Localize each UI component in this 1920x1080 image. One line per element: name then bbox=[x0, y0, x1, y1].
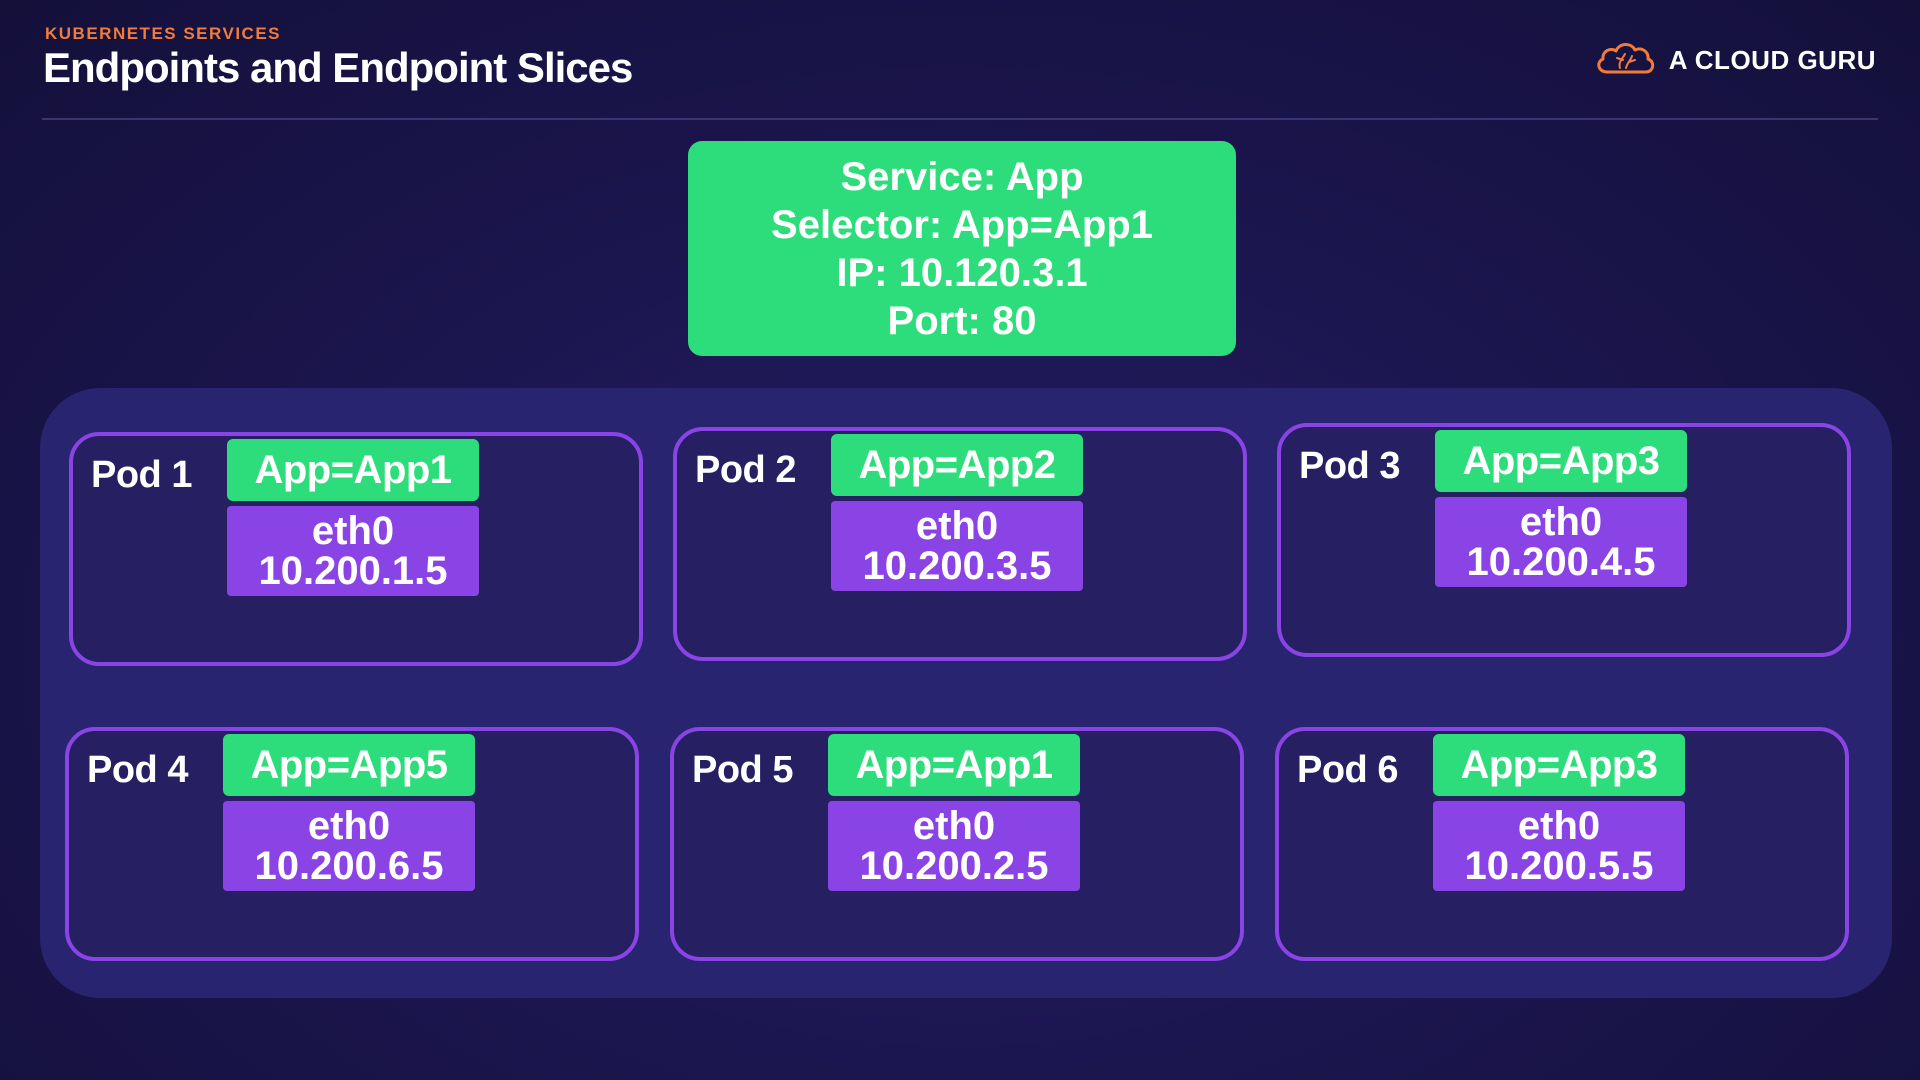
interface-ip: 10.200.1.5 bbox=[258, 549, 448, 593]
page-title: Endpoints and Endpoint Slices bbox=[43, 44, 633, 91]
pod-name: Pod 1 bbox=[91, 454, 192, 496]
service-name: Service: App bbox=[840, 154, 1084, 199]
pod-name: Pod 6 bbox=[1297, 749, 1398, 791]
interface-name: eth0 bbox=[912, 804, 996, 848]
pod-name: Pod 5 bbox=[692, 749, 793, 791]
section-eyebrow: KUBERNETES SERVICES bbox=[45, 24, 282, 43]
interface-name: eth0 bbox=[1517, 804, 1601, 848]
pod-app-label: App=App1 bbox=[828, 734, 1080, 796]
interface-ip: 10.200.4.5 bbox=[1466, 540, 1656, 584]
service-selector: Selector: App=App1 bbox=[771, 202, 1153, 247]
pod-app-label: App=App3 bbox=[1435, 430, 1687, 492]
service-box: Service: App Selector: App=App1 IP: 10.1… bbox=[688, 141, 1236, 356]
interface-name: eth0 bbox=[311, 509, 395, 553]
pod-interface: eth0 10.200.2.5 bbox=[828, 801, 1080, 891]
pod-app-label: App=App1 bbox=[227, 439, 479, 501]
pod-interface: eth0 10.200.5.5 bbox=[1433, 801, 1685, 891]
pod-name: Pod 2 bbox=[695, 449, 796, 491]
interface-name: eth0 bbox=[307, 804, 391, 848]
interface-ip: 10.200.5.5 bbox=[1464, 844, 1654, 888]
pod-1: Pod 1 App=App1 eth0 10.200.1.5 bbox=[69, 432, 643, 666]
service-port: Port: 80 bbox=[887, 298, 1037, 343]
pod-6: Pod 6 App=App3 eth0 10.200.5.5 bbox=[1275, 727, 1849, 961]
header-divider bbox=[42, 118, 1878, 120]
pod-interface: eth0 10.200.1.5 bbox=[227, 506, 479, 596]
brand-logo: A CLOUD GURU bbox=[1593, 38, 1876, 83]
interface-ip: 10.200.2.5 bbox=[859, 844, 1049, 888]
pod-name: Pod 3 bbox=[1299, 445, 1400, 487]
pod-interface: eth0 10.200.3.5 bbox=[831, 501, 1083, 591]
pod-interface: eth0 10.200.6.5 bbox=[223, 801, 475, 891]
pod-app-label: App=App3 bbox=[1433, 734, 1685, 796]
cloud-icon bbox=[1593, 38, 1657, 83]
interface-name: eth0 bbox=[915, 504, 999, 548]
pod-name: Pod 4 bbox=[87, 749, 188, 791]
pod-2: Pod 2 App=App2 eth0 10.200.3.5 bbox=[673, 427, 1247, 661]
interface-ip: 10.200.6.5 bbox=[254, 844, 444, 888]
slide: KUBERNETES SERVICES Endpoints and Endpoi… bbox=[0, 0, 1920, 1080]
interface-name: eth0 bbox=[1519, 500, 1603, 544]
pod-app-label: App=App5 bbox=[223, 734, 475, 796]
service-ip: IP: 10.120.3.1 bbox=[836, 250, 1088, 295]
pod-app-label: App=App2 bbox=[831, 434, 1083, 496]
pod-4: Pod 4 App=App5 eth0 10.200.6.5 bbox=[65, 727, 639, 961]
interface-ip: 10.200.3.5 bbox=[862, 544, 1052, 588]
pod-5: Pod 5 App=App1 eth0 10.200.2.5 bbox=[670, 727, 1244, 961]
pod-interface: eth0 10.200.4.5 bbox=[1435, 497, 1687, 587]
pod-3: Pod 3 App=App3 eth0 10.200.4.5 bbox=[1277, 423, 1851, 657]
brand-name: A CLOUD GURU bbox=[1668, 45, 1876, 75]
